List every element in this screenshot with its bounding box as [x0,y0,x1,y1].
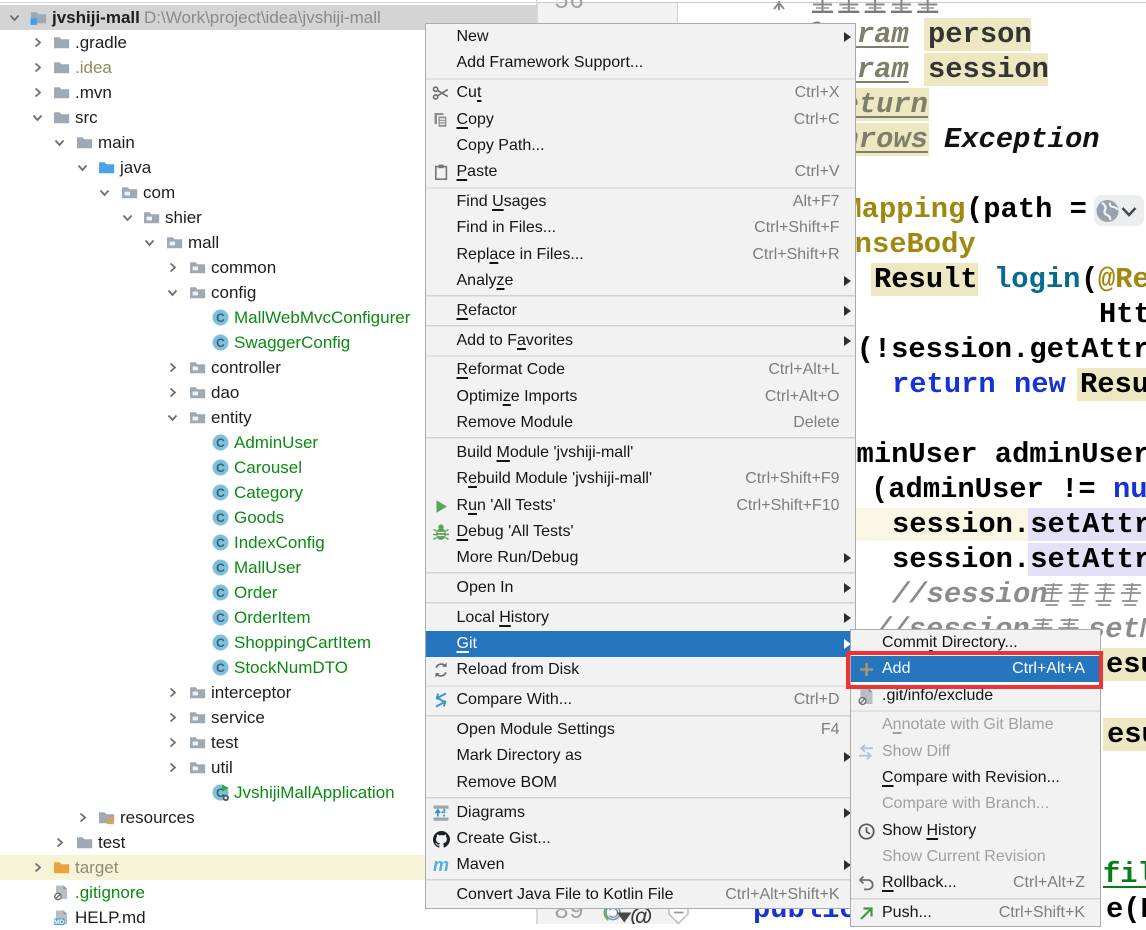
svg-text:C: C [216,561,225,575]
svg-text:C: C [216,586,225,600]
svg-text:C: C [216,636,225,650]
svg-text:C: C [216,436,225,450]
svg-text:C: C [216,661,225,675]
svg-text:C: C [216,536,225,550]
svg-text:C: C [216,461,225,475]
svg-text:C: C [216,486,225,500]
svg-text:C: C [216,336,225,350]
svg-text:C: C [216,511,225,525]
svg-text:m: m [433,856,449,875]
svg-text:C: C [216,311,225,325]
svg-text:C: C [216,611,225,625]
svg-text:MD: MD [54,919,64,926]
